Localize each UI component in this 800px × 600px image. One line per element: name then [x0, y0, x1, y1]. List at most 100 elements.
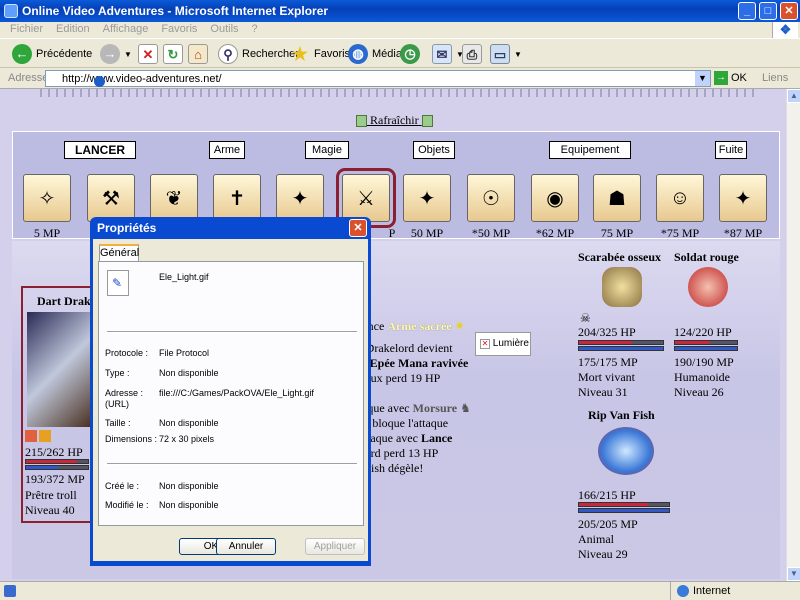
spell-slot[interactable]: ✦: [719, 174, 767, 222]
forward-button[interactable]: → ▼: [100, 43, 132, 65]
hero-hp-bar: [25, 459, 89, 464]
print-button[interactable]: ⎙: [462, 43, 486, 65]
home-icon: ⌂: [188, 44, 208, 64]
go-button[interactable]: → OK: [714, 71, 747, 85]
lancer-button[interactable]: LANCER: [64, 141, 136, 159]
spell-slot[interactable]: ☉: [467, 174, 515, 222]
soldier-sprite[interactable]: [688, 267, 728, 307]
edit-dropdown-icon[interactable]: ▼: [514, 50, 522, 59]
dialog-titlebar[interactable]: Propriétés ✕: [93, 217, 368, 239]
spell-cost: *87 MP: [723, 226, 763, 240]
forward-dropdown-icon[interactable]: ▼: [124, 50, 132, 59]
spell-slot[interactable]: ✧: [23, 174, 71, 222]
menu-affichage[interactable]: Affichage: [93, 22, 156, 35]
spell-slot[interactable]: ✦: [276, 174, 324, 222]
history-button[interactable]: ◷: [400, 43, 424, 65]
hero-hp-fill: [26, 460, 77, 463]
menu-outils[interactable]: Outils: [200, 22, 245, 35]
hero-status-icons: [25, 430, 55, 442]
tab-general[interactable]: Général: [99, 244, 139, 262]
lumiere-image-placeholder[interactable]: ✕ Lumière: [475, 332, 531, 356]
hero-mp-fill: [26, 466, 59, 469]
status-icon: [25, 430, 37, 442]
spell-icon: ☺: [669, 186, 691, 209]
refresh-left-icon: [356, 115, 367, 128]
home-button[interactable]: ⌂: [188, 43, 212, 65]
spell-icon: ✧: [38, 187, 56, 210]
mail-icon: ✉: [432, 44, 452, 64]
mail-button[interactable]: ✉ ▼: [432, 43, 464, 65]
enemy-mp: 175/175 MP: [578, 355, 638, 369]
media-button[interactable]: ◍ Média: [348, 43, 402, 65]
back-button[interactable]: ←Précédente▼: [12, 43, 108, 65]
vertical-scrollbar[interactable]: ▲ ▼: [786, 89, 800, 581]
cancel-button[interactable]: Annuler: [216, 538, 276, 555]
created-label: Créé le :: [105, 481, 140, 491]
refresh-icon: ↻: [163, 44, 183, 64]
address-url: http://www.video-adventures.net/: [62, 73, 222, 85]
enemy-level: Niveau 31: [578, 385, 628, 399]
enemy-mp-bar: [578, 346, 664, 351]
menu-fichier[interactable]: Fichier: [0, 22, 50, 35]
fish-sprite[interactable]: [598, 427, 654, 475]
enemy-hp-bar: [578, 502, 670, 507]
hero-card: Dart Drak 215/262 HP 193/372 MP Prêtre t…: [21, 286, 95, 523]
spell-slot[interactable]: ☗: [593, 174, 641, 222]
hero-hp: 215/262 HP: [25, 445, 83, 459]
refresh-link[interactable]: Rafraîchir: [356, 113, 433, 128]
close-window-button[interactable]: ✕: [780, 2, 798, 20]
hero-mp: 193/372 MP: [25, 472, 85, 486]
favorites-button[interactable]: ★ Favoris: [290, 43, 350, 65]
media-label: Média: [372, 48, 402, 60]
apply-button[interactable]: Appliquer: [305, 538, 365, 555]
spell-cost: *50 MP: [471, 226, 511, 240]
spell-cost: *75 MP: [660, 226, 700, 240]
minimize-button[interactable]: _: [738, 2, 756, 20]
page-icon: [94, 76, 105, 87]
objets-button[interactable]: Objets: [413, 141, 455, 159]
modified-value: Non disponible: [159, 500, 219, 510]
scarab-sprite[interactable]: [602, 267, 642, 307]
equipement-button[interactable]: Equipement: [549, 141, 631, 159]
spell-slot[interactable]: ⚒: [87, 174, 135, 222]
address-dropdown-icon[interactable]: ▼: [695, 71, 710, 86]
spell-slot[interactable]: ☺: [656, 174, 704, 222]
search-button[interactable]: ⚲ Rechercher: [218, 43, 299, 65]
dimensions-label: Dimensions :: [105, 434, 158, 444]
address-input[interactable]: http://www.video-adventures.net/ ▼: [45, 70, 711, 87]
spell-slot[interactable]: ◉: [531, 174, 579, 222]
address-value[interactable]: file:///C:/Games/PackOVA/Ele_Light.gif: [159, 388, 314, 398]
window-titlebar[interactable]: Online Video Adventures - Microsoft Inte…: [0, 0, 800, 22]
star-icon: ★: [291, 44, 309, 64]
spell-cost: 50 MP: [410, 226, 444, 240]
toolbar: ←Précédente▼ →▼ ✕ ↻ ⌂ ⚲Rechercher ★Favor…: [0, 38, 800, 68]
menu-favoris[interactable]: Favoris: [151, 22, 204, 35]
scroll-up-icon[interactable]: ▲: [787, 89, 800, 103]
enemy-mp: 205/205 MP: [578, 517, 638, 531]
refresh-button[interactable]: ↻: [163, 43, 187, 65]
spell-slot[interactable]: ✦: [403, 174, 451, 222]
forward-arrow-icon: →: [100, 44, 120, 64]
protocol-value: File Protocol: [159, 348, 210, 358]
menu-edition[interactable]: Edition: [46, 22, 97, 35]
edit-button[interactable]: ▭ ▼: [490, 43, 522, 65]
gif-file-icon: ✎: [107, 270, 129, 296]
spell-slot[interactable]: ❦: [150, 174, 198, 222]
scroll-down-icon[interactable]: ▼: [787, 567, 800, 581]
enemy-name: Rip Van Fish: [588, 408, 655, 422]
enemy-hp-bar: [578, 340, 664, 345]
spell-slot[interactable]: ⚔: [336, 168, 396, 228]
spell-cost: 5 MP: [33, 226, 61, 240]
stop-button[interactable]: ✕: [138, 43, 162, 65]
spell-slot[interactable]: ✝: [213, 174, 261, 222]
dialog-close-icon[interactable]: ✕: [349, 219, 367, 237]
spell-icon: ✦: [291, 187, 309, 210]
maximize-button[interactable]: □: [759, 2, 777, 20]
menu-help[interactable]: ?: [242, 22, 265, 35]
magie-button[interactable]: Magie: [305, 141, 349, 159]
arme-button[interactable]: Arme: [209, 141, 245, 159]
status-icon: [39, 430, 51, 442]
links-button[interactable]: Liens: [762, 72, 788, 84]
edit-window-icon: ▭: [490, 44, 510, 64]
fuite-button[interactable]: Fuite: [715, 141, 747, 159]
